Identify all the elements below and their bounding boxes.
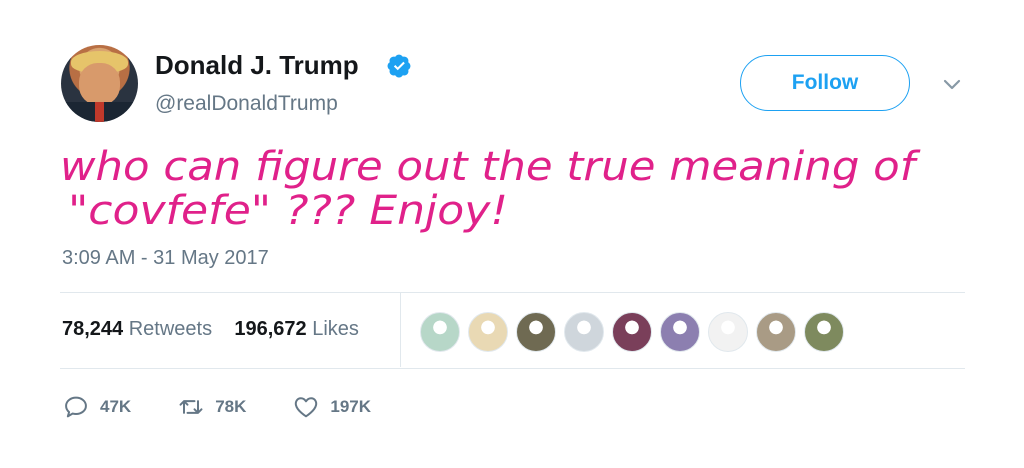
heart-icon — [295, 397, 318, 418]
liker-avatar[interactable] — [516, 312, 556, 352]
tweet-stats: 78,244 Retweets 196,672 Likes — [62, 318, 359, 341]
avatar-face — [79, 63, 120, 105]
liker-avatar[interactable] — [660, 312, 700, 352]
display-name[interactable]: Donald J. Trump — [155, 50, 359, 81]
retweet-button[interactable]: 78K — [177, 393, 246, 421]
retweet-icon — [179, 400, 203, 414]
liker-avatar[interactable] — [612, 312, 652, 352]
liker-avatar[interactable] — [756, 312, 796, 352]
avatar-tie — [95, 102, 104, 122]
tweet-text-line: "covfefe" ??? Enjoy! — [68, 188, 508, 234]
like-button[interactable]: 197K — [292, 393, 371, 421]
likes-count: 196,672 — [234, 318, 307, 340]
retweets-label: Retweets — [128, 318, 213, 340]
likes-label: Likes — [312, 318, 359, 340]
liker-avatar[interactable] — [420, 312, 460, 352]
vertical-divider — [400, 293, 401, 367]
tweet-actions: 47K 78K 197K — [62, 393, 417, 421]
liker-avatar[interactable] — [804, 312, 844, 352]
likes-stat[interactable]: 196,672 Likes — [234, 318, 359, 340]
liker-avatar[interactable] — [468, 312, 508, 352]
liker-avatar[interactable] — [708, 312, 748, 352]
liker-avatars — [420, 312, 844, 352]
verified-badge-icon — [387, 54, 411, 78]
divider — [60, 368, 965, 369]
retweets-count: 78,244 — [62, 318, 124, 340]
tweet-timestamp[interactable]: 3:09 AM - 31 May 2017 — [62, 247, 269, 270]
divider — [60, 292, 965, 293]
tweet-handwritten-text: who can figure out the true meaning of "… — [60, 144, 921, 234]
avatar[interactable] — [61, 45, 138, 122]
chevron-down-icon[interactable] — [942, 78, 962, 92]
reply-icon — [65, 396, 87, 418]
reply-count: 47K — [100, 397, 132, 416]
tweet-text-line: who can figure out the true meaning of — [60, 144, 921, 190]
reply-button[interactable]: 47K — [62, 393, 131, 421]
follow-button[interactable]: Follow — [740, 55, 910, 111]
user-handle[interactable]: @realDonaldTrump — [155, 92, 338, 116]
liker-avatar[interactable] — [564, 312, 604, 352]
retweets-stat[interactable]: 78,244 Retweets — [62, 318, 212, 340]
like-count: 197K — [330, 397, 372, 416]
retweet-count: 78K — [215, 397, 247, 416]
